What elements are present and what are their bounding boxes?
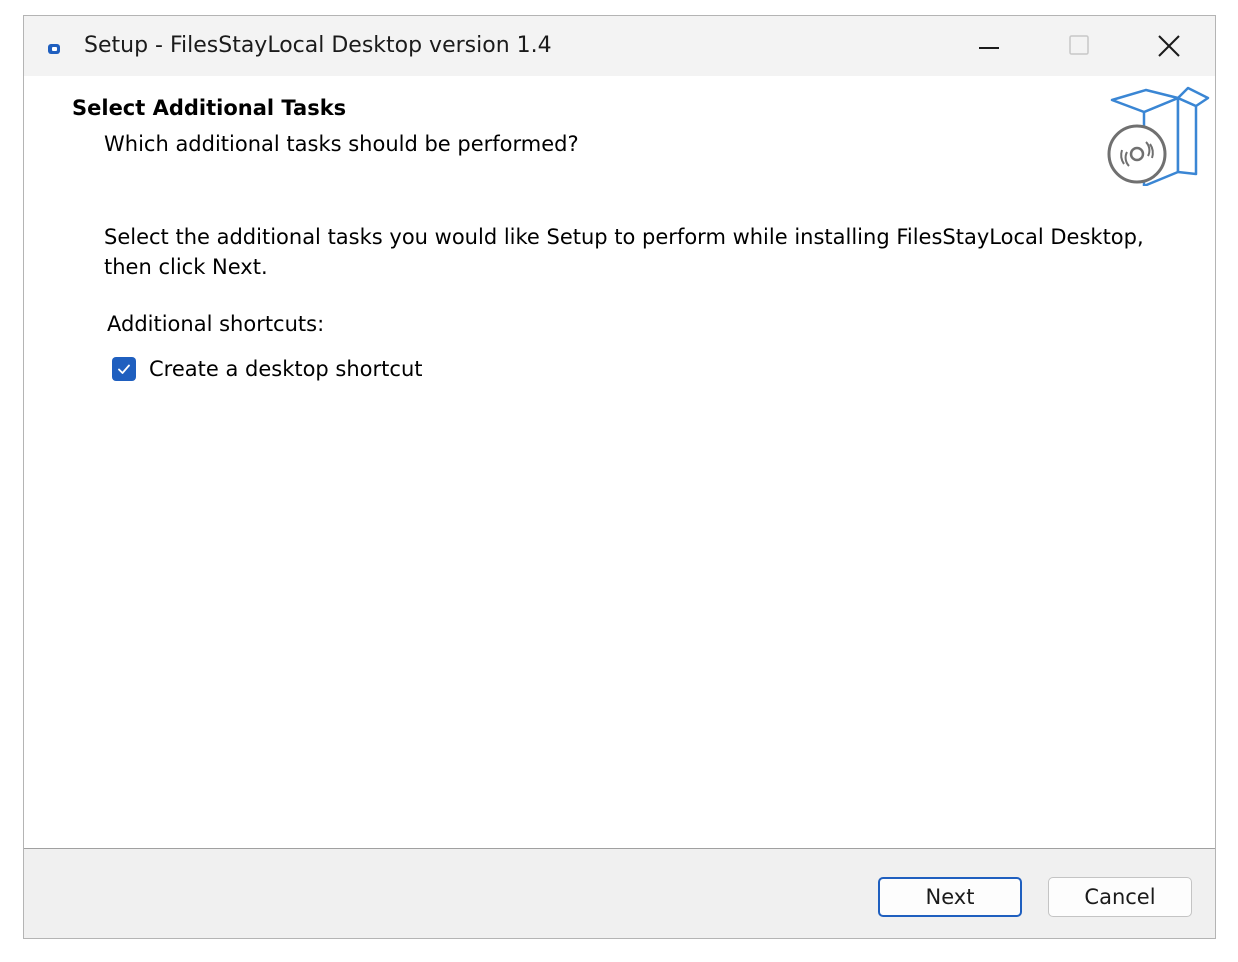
desktop-shortcut-checkbox[interactable] xyxy=(112,357,136,381)
next-button[interactable]: Next xyxy=(878,877,1022,917)
setup-app-icon xyxy=(48,40,62,54)
maximize-icon xyxy=(1069,35,1089,55)
desktop-shortcut-label[interactable]: Create a desktop shortcut xyxy=(149,355,423,383)
cancel-button[interactable]: Cancel xyxy=(1048,877,1192,917)
title-bar[interactable]: Setup - FilesStayLocal Desktop version 1… xyxy=(24,16,1215,76)
setup-box-disc-icon xyxy=(1106,86,1210,188)
close-button[interactable] xyxy=(1124,16,1214,76)
additional-shortcuts-label: Additional shortcuts: xyxy=(107,312,325,336)
page-subtitle: Which additional tasks should be perform… xyxy=(104,132,579,156)
window-title: Setup - FilesStayLocal Desktop version 1… xyxy=(84,33,552,58)
page-title: Select Additional Tasks xyxy=(72,96,347,120)
minimize-button[interactable] xyxy=(944,16,1034,76)
button-bar: Next Cancel xyxy=(24,848,1215,938)
instructions-text: Select the additional tasks you would li… xyxy=(104,225,1144,279)
setup-window: Setup - FilesStayLocal Desktop version 1… xyxy=(23,15,1216,939)
close-icon xyxy=(1158,35,1180,57)
checkmark-icon xyxy=(118,364,130,374)
desktop-shortcut-option[interactable]: Create a desktop shortcut xyxy=(112,354,423,384)
minimize-icon xyxy=(979,47,999,49)
maximize-button xyxy=(1034,16,1124,76)
